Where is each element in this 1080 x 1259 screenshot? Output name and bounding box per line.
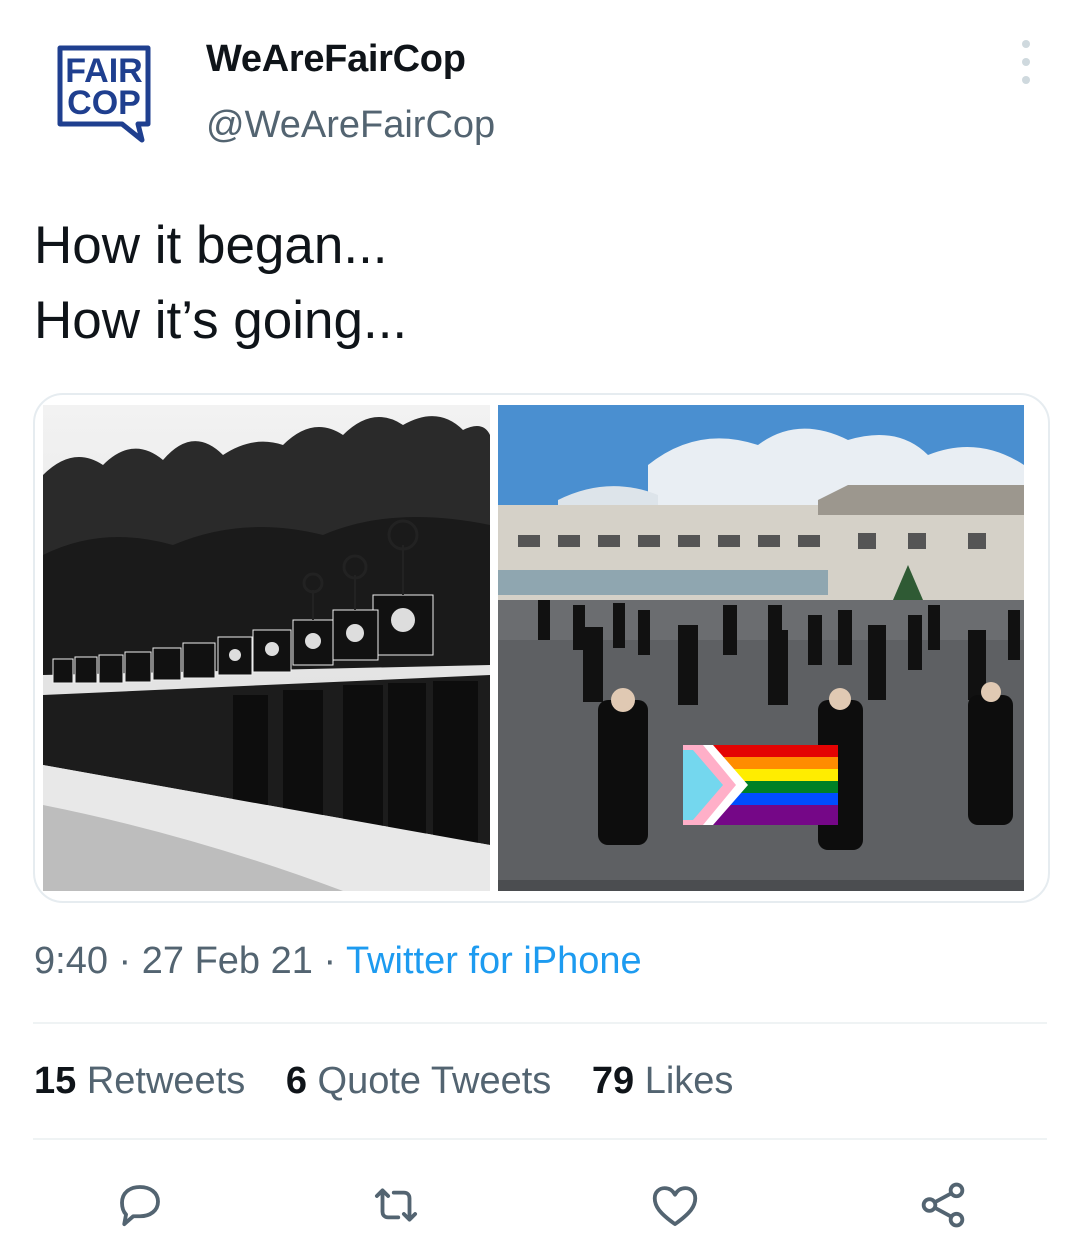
reply-icon [120, 1185, 160, 1227]
tweet-line: How it began... [34, 216, 388, 275]
quotes-stat[interactable]: 6 Quote Tweets [286, 1060, 551, 1102]
display-name[interactable]: WeAreFairCop [206, 38, 466, 81]
tweet-actions [0, 1170, 1080, 1240]
meta-separator: · [107, 940, 142, 982]
more-options-icon[interactable] [1010, 40, 1042, 84]
quotes-count: 6 [285, 1060, 307, 1102]
retweets-label: Retweets [86, 1060, 246, 1102]
user-handle[interactable]: @WeAreFairCop [206, 104, 495, 147]
heart-icon [652, 1186, 698, 1227]
retweet-icon [374, 1188, 418, 1222]
tweet-line: How it’s going... [34, 291, 408, 350]
like-button[interactable] [640, 1170, 710, 1240]
divider [33, 1022, 1047, 1024]
share-icon [921, 1182, 965, 1228]
likes-label: Likes [644, 1060, 734, 1102]
avatar-text-cop: COP [67, 84, 141, 122]
share-button[interactable] [908, 1170, 978, 1240]
tweet-meta: 9:40 · 27 Feb 21 · Twitter for iPhone [34, 940, 642, 983]
retweet-button[interactable] [361, 1170, 431, 1240]
media-image-left[interactable] [43, 405, 490, 891]
tweet-time: 9:40 [34, 940, 108, 982]
tweet-date: 27 Feb 21 [141, 940, 313, 982]
quotes-label: Quote Tweets [317, 1060, 552, 1102]
meta-separator: · [312, 940, 346, 982]
tweet-stats: 15 Retweets 6 Quote Tweets 79 Likes [34, 1060, 763, 1103]
likes-count: 79 [591, 1060, 635, 1102]
tweet-source-link[interactable]: Twitter for iPhone [346, 940, 642, 982]
divider [33, 1138, 1047, 1140]
reply-button[interactable] [105, 1170, 175, 1240]
tweet-media[interactable] [33, 393, 1050, 903]
media-image-right[interactable] [498, 405, 1024, 891]
retweets-stat[interactable]: 15 Retweets [34, 1060, 245, 1102]
avatar[interactable]: FAIR COP [56, 44, 152, 144]
tweet-text: How it began... How it’s going... [34, 208, 407, 358]
retweets-count: 15 [34, 1060, 77, 1102]
likes-stat[interactable]: 79 Likes [592, 1060, 734, 1102]
tweet-header: FAIR COP WeAreFairCop @WeAreFairCop [0, 0, 1080, 170]
